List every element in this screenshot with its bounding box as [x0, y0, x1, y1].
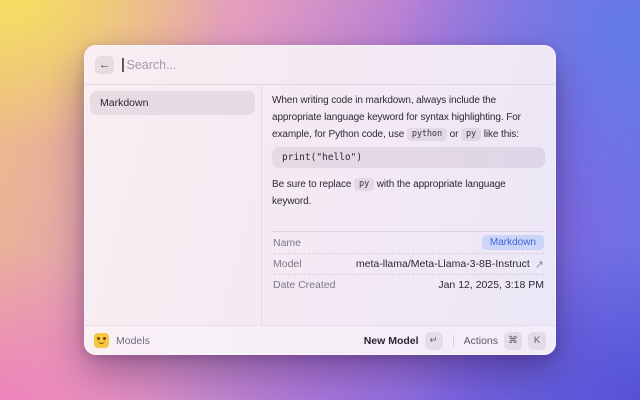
text-caret	[122, 58, 124, 72]
desktop-background: ← Markdown When writing code in markdown…	[0, 0, 640, 400]
prompt-paragraph-1: When writing code in markdown, always in…	[272, 92, 545, 143]
metadata-label: Name	[273, 237, 301, 249]
footer-divider	[453, 335, 454, 346]
window-body: Markdown When writing code in markdown, …	[84, 85, 556, 325]
search-bar: ←	[84, 45, 556, 85]
inline-code-chip: py	[461, 128, 481, 141]
app-window: ← Markdown When writing code in markdown…	[84, 45, 556, 355]
search-input[interactable]	[127, 58, 546, 72]
model-value: meta-llama/Meta-Llama-3-8B-Instruct	[356, 258, 530, 270]
new-model-label: New Model	[364, 335, 419, 347]
text-run: or	[447, 129, 461, 140]
text-run: like this:	[481, 129, 519, 140]
metadata-section: Name Markdown Model meta-llama/Meta-Llam…	[272, 231, 545, 295]
context-label: Models	[116, 335, 150, 347]
hugging-face-icon	[94, 333, 109, 348]
date-created-value: Jan 12, 2025, 3:18 PM	[438, 279, 544, 291]
arrow-left-icon: ←	[99, 59, 110, 71]
new-model-button[interactable]: New Model ↵	[364, 332, 443, 350]
return-key-icon: ↵	[425, 332, 443, 350]
code-block: print("hello")	[272, 147, 545, 168]
name-badge: Markdown	[482, 235, 544, 250]
detail-panel: When writing code in markdown, always in…	[262, 85, 556, 325]
metadata-row-model: Model meta-llama/Meta-Llama-3-8B-Instruc…	[273, 253, 544, 274]
metadata-label: Model	[273, 258, 302, 270]
metadata-row-date-created: Date Created Jan 12, 2025, 3:18 PM	[273, 274, 544, 295]
metadata-row-name: Name Markdown	[273, 232, 544, 253]
actions-label: Actions	[464, 335, 498, 347]
model-link[interactable]: meta-llama/Meta-Llama-3-8B-Instruct ↗	[356, 258, 544, 271]
inline-code-chip: python	[407, 128, 447, 141]
sidebar-item-markdown[interactable]: Markdown	[90, 91, 255, 115]
sidebar-item-label: Markdown	[100, 97, 148, 109]
external-link-icon: ↗	[535, 258, 544, 271]
inline-code-chip: py	[354, 178, 374, 191]
text-run: Be sure to replace	[272, 179, 354, 190]
status-bar: Models New Model ↵ Actions ⌘ K	[84, 325, 556, 355]
metadata-label: Date Created	[273, 279, 335, 291]
sidebar: Markdown	[84, 85, 262, 325]
back-button[interactable]: ←	[95, 56, 114, 74]
prompt-paragraph-2: Be sure to replace py with the appropria…	[272, 176, 545, 210]
actions-button[interactable]: Actions ⌘ K	[464, 332, 546, 350]
command-key-icon: ⌘	[504, 332, 522, 350]
k-key: K	[528, 332, 546, 350]
